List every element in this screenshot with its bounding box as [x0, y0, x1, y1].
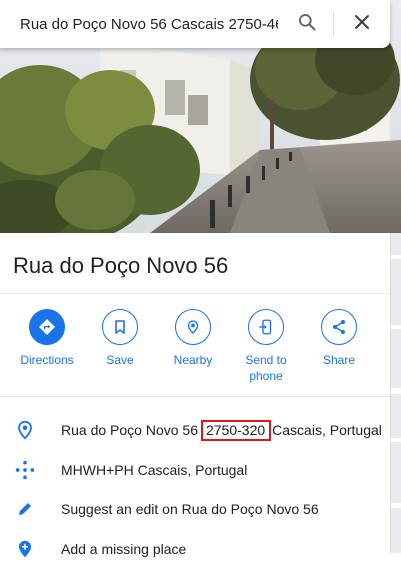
map-road — [391, 438, 401, 442]
search-icon — [297, 12, 317, 37]
add-place-row[interactable]: Add a missing place — [0, 531, 390, 567]
add-place-icon — [14, 538, 36, 560]
address-city: Cascais, Portugal — [272, 422, 382, 438]
pencil-icon — [14, 498, 36, 520]
nearby-label: Nearby — [173, 353, 213, 367]
send-to-phone-label: Send to phone — [245, 353, 287, 383]
close-button[interactable] — [346, 8, 378, 40]
suggest-edit-text: Suggest an edit on Rua do Poço Novo 56 — [61, 501, 319, 517]
save-label: Save — [106, 353, 134, 367]
plus-code-icon — [14, 459, 36, 481]
send-to-phone-icon — [248, 309, 284, 345]
address-street: Rua do Poço Novo 56 — [61, 422, 198, 438]
divider — [0, 293, 390, 294]
share-button[interactable]: Share — [302, 309, 376, 368]
plus-code-text: MHWH+PH Cascais, Portugal — [61, 462, 248, 478]
address-text: Rua do Poço Novo 56 2750-320 Cascais, Port… — [61, 420, 382, 441]
plus-code-row[interactable]: MHWH+PH Cascais, Portugal — [0, 452, 390, 488]
address-row[interactable]: Rua do Poço Novo 56 2750-320 Cascais, Port… — [0, 412, 390, 448]
location-pin-icon — [14, 419, 36, 441]
nearby-button[interactable]: Nearby — [156, 309, 230, 368]
add-place-text: Add a missing place — [61, 541, 187, 557]
search-box — [0, 0, 390, 48]
directions-button[interactable]: Directions — [10, 309, 84, 368]
search-button[interactable] — [291, 8, 323, 40]
place-panel: Rua do Poço Novo 56 Directions Save Near… — [0, 233, 390, 558]
map-edge[interactable] — [390, 233, 401, 553]
suggest-edit-row[interactable]: Suggest an edit on Rua do Poço Novo 56 — [0, 491, 390, 527]
map-road — [391, 325, 401, 329]
bookmark-icon — [102, 309, 138, 345]
send-to-phone-button[interactable]: Send to phone — [229, 309, 303, 384]
map-road — [391, 503, 401, 508]
share-icon — [321, 309, 357, 345]
map-road — [391, 388, 401, 394]
save-button[interactable]: Save — [83, 309, 157, 368]
divider — [0, 396, 390, 397]
search-input[interactable] — [20, 15, 278, 33]
share-label: Share — [322, 353, 356, 367]
nearby-icon — [175, 309, 211, 345]
directions-label: Directions — [20, 353, 74, 367]
action-buttons: Directions Save Nearby Send to phone Sha… — [0, 309, 390, 389]
close-icon — [354, 14, 370, 35]
search-divider — [333, 12, 334, 36]
directions-icon — [29, 309, 65, 345]
postcode-highlight: 2750-320 — [200, 420, 272, 441]
map-road — [391, 255, 401, 259]
place-title: Rua do Poço Novo 56 — [13, 253, 229, 278]
